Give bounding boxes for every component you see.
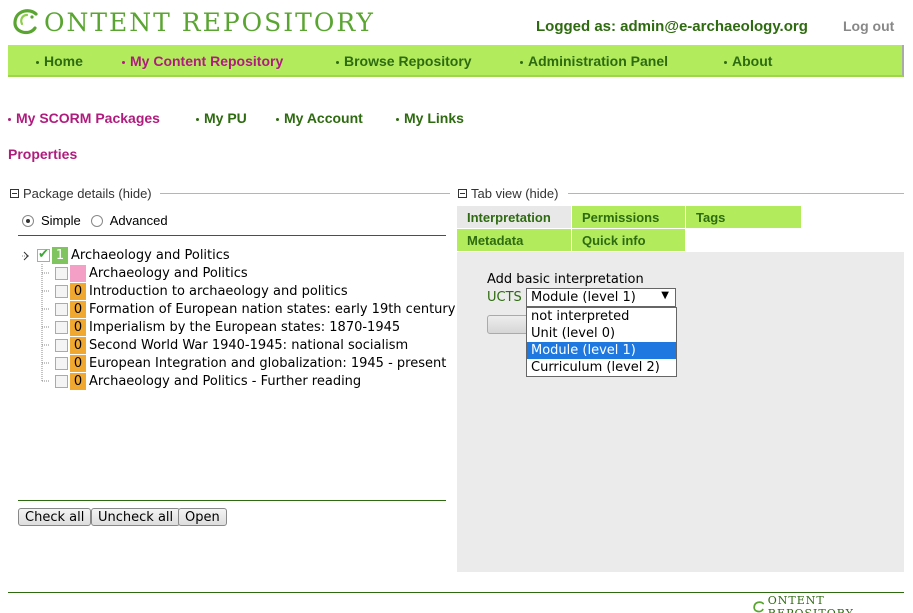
dropdown-option[interactable]: not interpreted [527,308,676,325]
tree-node-label: Introduction to archaeology and politics [89,283,348,299]
logo-swirl-icon [753,601,765,613]
tree-checkbox[interactable] [55,356,68,370]
bullet-icon [196,117,199,121]
tab-quick-info[interactable]: Quick info [572,229,685,251]
tree-checkbox[interactable] [55,338,68,352]
ucts-label: UCTS [487,290,522,305]
section-divider [160,193,450,194]
dropdown-option-selected[interactable]: Module (level 1) [527,342,676,359]
subnav-my-links[interactable]: My Links [396,110,464,126]
tab-permissions[interactable]: Permissions [572,206,685,228]
subnav-my-account[interactable]: My Account [276,110,363,126]
collapse-icon [10,189,19,198]
main-nav: Home My Content Repository Browse Reposi… [8,45,904,77]
radio-advanced-label: Advanced [109,213,168,228]
tree-checkbox[interactable] [55,302,68,316]
tree-node-label: Second World War 1940-1945: national soc… [89,337,409,353]
view-mode-radio-group: Simple Advanced [22,213,178,228]
tree-node[interactable]: 0 Imperialism by the European states: 18… [55,318,400,336]
nav-item-administration-panel[interactable]: Administration Panel [520,53,668,69]
radio-simple[interactable] [22,214,34,227]
footer-logo: ONTENT REPOSITORY [752,594,913,613]
nav-item-my-content-repository[interactable]: My Content Repository [122,53,283,69]
tree-checkbox[interactable] [55,374,68,388]
radio-advanced[interactable] [90,214,103,227]
tree-node-label: Archaeology and Politics - Further readi… [89,373,362,389]
tree-checkbox[interactable] [55,266,68,280]
tree-connector-lines [22,251,50,382]
subnav-my-scorm-packages[interactable]: My SCORM Packages [8,110,160,126]
tree-node[interactable]: 0 Introduction to archaeology and politi… [55,282,348,300]
radio-simple-label: Simple [41,213,81,228]
collapse-icon [458,189,467,198]
divider [18,235,446,236]
tab-tags[interactable]: Tags [686,206,801,228]
logo-text: ONTENT REPOSITORY [44,7,375,37]
nav-item-about[interactable]: About [724,53,772,69]
count-badge: 0 [70,300,86,318]
ucts-select[interactable]: Module (level 1) ▼ [526,288,676,307]
count-badge: 0 [70,318,86,336]
tree-node[interactable]: 0 Archaeology and Politics - Further rea… [55,372,361,390]
tree-node[interactable]: 0 Second World War 1940-1945: national s… [55,336,408,354]
bullet-icon [8,117,11,121]
count-badge: 0 [70,336,86,354]
tree-node[interactable]: 0 Formation of European nation states: e… [55,300,455,318]
dropdown-arrow-icon: ▼ [661,290,669,301]
count-badge: 0 [70,354,86,372]
tree-node[interactable]: 0 European Integration and globalization… [55,354,446,372]
logout-link[interactable]: Log out [843,18,894,34]
ucts-dropdown-list: not interpreted Unit (level 0) Module (l… [526,307,677,377]
dropdown-option[interactable]: Curriculum (level 2) [527,359,676,376]
bullet-icon [122,60,125,64]
divider [18,500,446,501]
logo-swirl-icon [13,9,38,35]
subnav-my-pu[interactable]: My PU [196,110,247,126]
tab-view-toggle[interactable]: Tab view (hide) [458,186,558,201]
tree-checkbox[interactable] [55,284,68,298]
tree-checkbox[interactable] [37,247,50,262]
dropdown-option[interactable]: Unit (level 0) [527,325,676,342]
bullet-icon [520,60,523,64]
nav-item-home[interactable]: Home [36,53,83,69]
bullet-icon [336,60,339,64]
package-details-toggle[interactable]: Package details (hide) [10,186,152,201]
bullet-icon [36,60,39,64]
count-badge: 0 [70,372,86,390]
tree-node-label: Formation of European nation states: ear… [89,301,456,317]
page-title: Properties [8,146,78,162]
add-interpretation-label: Add basic interpretation [487,272,644,287]
tab-content-panel [457,252,904,572]
count-badge: 0 [70,282,86,300]
tree-node-label: Archaeology and Politics [89,265,248,281]
tab-interpretation[interactable]: Interpretation [457,206,571,228]
nav-item-browse-repository[interactable]: Browse Repository [336,53,472,69]
open-button[interactable]: Open [178,508,227,526]
count-badge: 1 [52,246,68,264]
app-logo[interactable]: ONTENT REPOSITORY [10,6,375,38]
section-divider [568,193,904,194]
bullet-icon [724,60,727,64]
tab-metadata[interactable]: Metadata [457,229,571,251]
bullet-icon [396,117,399,121]
tree-node-label: Imperialism by the European states: 1870… [89,319,401,335]
tree-checkbox[interactable] [55,320,68,334]
tree-node-label: European Integration and globalization: … [89,355,447,371]
tree-node-label: Archaeology and Politics [71,247,230,263]
logged-as-label: Logged as: admin@e-archaeology.org [536,18,808,35]
footer-divider [8,592,904,593]
tree-node-root[interactable]: 1 Archaeology and Politics [37,246,230,264]
check-all-button[interactable]: Check all [18,508,92,526]
bullet-icon [276,117,279,121]
tree-node[interactable]: Archaeology and Politics [55,264,248,282]
count-badge [70,264,86,282]
uncheck-all-button[interactable]: Uncheck all [91,508,181,526]
